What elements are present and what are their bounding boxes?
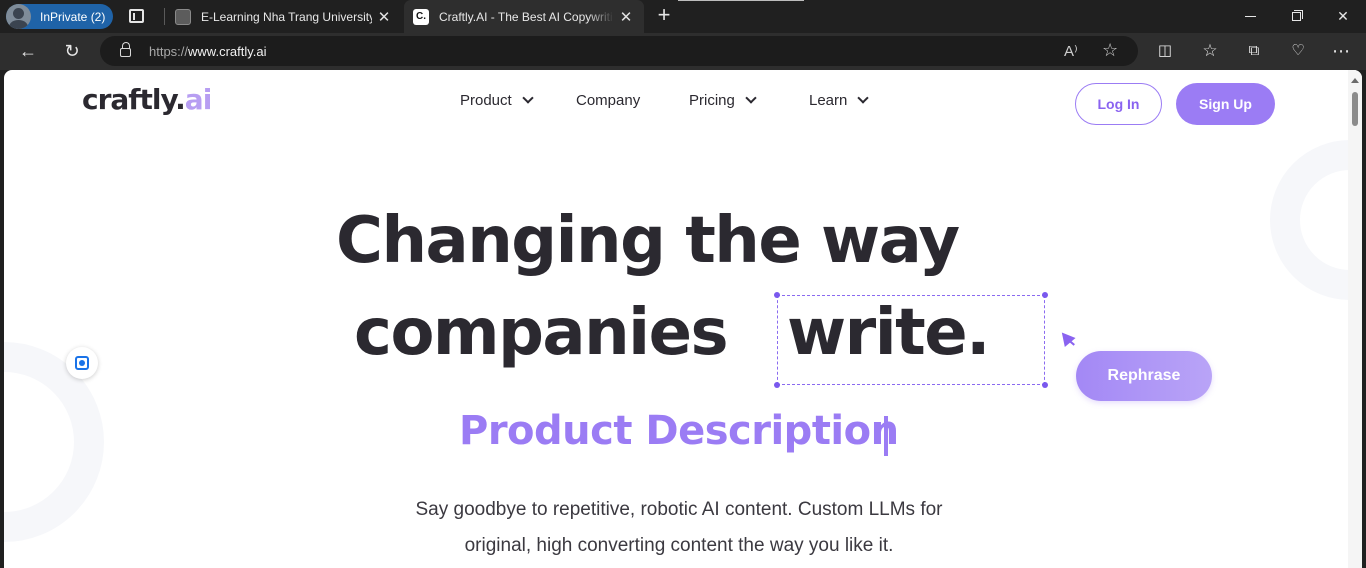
tab-title: E-Learning Nha Trang University	[201, 9, 372, 24]
nav-label: Pricing	[689, 92, 735, 109]
nav-learn[interactable]: Learn	[809, 92, 870, 109]
pointer-cursor-tail	[1069, 340, 1075, 346]
craftly-logo[interactable]: craftly.ai	[82, 83, 212, 116]
nav-product[interactable]: Product	[460, 92, 534, 109]
browser-toolbar: ← ↻ https://www.craftly.ai A⁾ ☆ ◫ ☆ ⧉ ♡ …	[0, 33, 1366, 70]
selection-handle	[774, 382, 780, 388]
nav-label: Learn	[809, 92, 848, 109]
tab-title: Craftly.AI - The Best AI Copywriting	[439, 9, 614, 24]
inprivate-profile-button[interactable]: InPrivate (2)	[6, 4, 113, 29]
split-screen-icon[interactable]: ◫	[1153, 40, 1177, 62]
minimize-button[interactable]	[1228, 0, 1274, 33]
selection-handle	[774, 292, 780, 298]
address-bar[interactable]: https://www.craftly.ai A⁾ ☆	[100, 36, 1138, 66]
minimize-icon	[1245, 16, 1256, 17]
profile-avatar	[6, 4, 31, 29]
chevron-down-icon	[857, 92, 870, 104]
scrollbar-thumb[interactable]	[1352, 92, 1358, 126]
selection-handle	[1042, 292, 1048, 298]
selection-box	[777, 295, 1045, 385]
hero-heading-line2-part1: companies	[354, 296, 729, 370]
craftly-favicon-icon: C.	[413, 8, 429, 25]
chevron-down-icon	[745, 92, 757, 104]
tab-close-icon[interactable]: ✕	[614, 8, 638, 26]
tab-actions-icon[interactable]	[124, 7, 150, 27]
more-options-icon[interactable]: ⋯	[1329, 40, 1353, 62]
nav-company[interactable]: Company	[576, 92, 640, 109]
lock-icon[interactable]	[120, 42, 131, 57]
chevron-down-icon	[522, 92, 534, 104]
nav-label: Company	[576, 92, 641, 109]
hero-description-line2: original, high converting content the wa…	[464, 535, 894, 556]
read-aloud-icon[interactable]: A⁾	[1064, 42, 1078, 60]
web-page: craftly.ai Product Company Pricing Learn…	[4, 70, 1362, 568]
scroll-up-icon[interactable]	[1351, 78, 1359, 83]
rephrase-button[interactable]: Rephrase	[1076, 351, 1212, 401]
new-tab-button[interactable]: +	[650, 4, 678, 28]
nav-label: Product	[460, 92, 512, 109]
nav-pricing[interactable]: Pricing	[689, 92, 757, 109]
title-bar-indicator	[678, 0, 804, 1]
hero-heading-line1: Changing the way	[336, 204, 960, 278]
tab-separator	[164, 8, 165, 25]
typing-subtitle: Product Description	[459, 408, 899, 454]
elearning-favicon-icon	[175, 8, 191, 25]
tab-elearning[interactable]: E-Learning Nha Trang University ✕	[166, 0, 402, 33]
favorite-star-icon[interactable]: ☆	[1102, 40, 1118, 61]
hero-description-line1: Say goodbye to repetitive, robotic AI co…	[415, 499, 943, 520]
login-button[interactable]: Log In	[1075, 83, 1162, 125]
collections-icon[interactable]: ⧉	[1242, 40, 1266, 62]
back-button[interactable]: ←	[13, 37, 43, 65]
browser-titlebar: InPrivate (2) E-Learning Nha Trang Unive…	[0, 0, 1366, 33]
signup-button[interactable]: Sign Up	[1176, 83, 1275, 125]
reload-button[interactable]: ↻	[57, 37, 87, 65]
restore-icon	[1292, 12, 1301, 21]
selection-handle	[1042, 382, 1048, 388]
favorites-icon[interactable]: ☆	[1198, 40, 1222, 62]
restore-button[interactable]	[1274, 0, 1320, 33]
tab-craftly[interactable]: C. Craftly.AI - The Best AI Copywriting …	[404, 0, 644, 33]
inprivate-label: InPrivate (2)	[40, 9, 106, 24]
typing-caret	[884, 416, 888, 456]
address-url[interactable]: https://www.craftly.ai	[149, 44, 267, 59]
visual-search-icon[interactable]	[66, 347, 98, 379]
scrollbar[interactable]	[1348, 70, 1362, 568]
browser-essentials-icon[interactable]: ♡	[1286, 40, 1310, 62]
close-window-button[interactable]: ✕	[1320, 0, 1366, 33]
tab-close-icon[interactable]: ✕	[372, 8, 396, 26]
